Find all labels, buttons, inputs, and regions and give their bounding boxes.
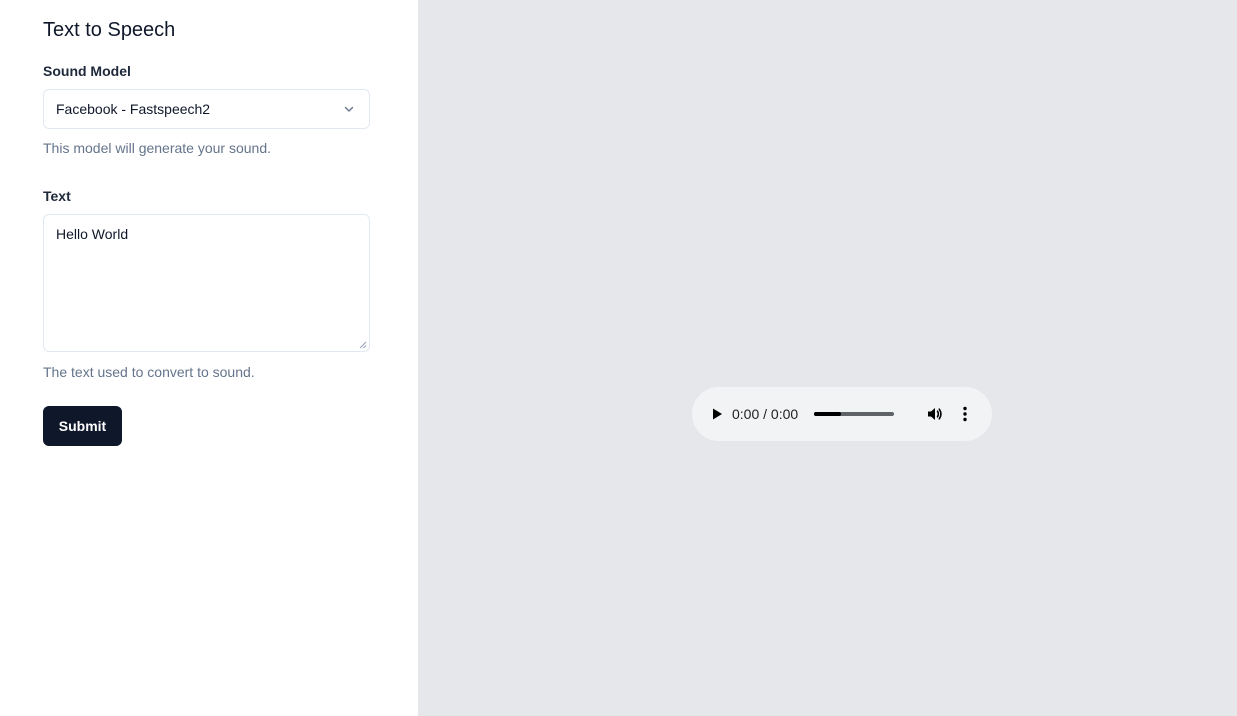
main-panel: 0:00 / 0:00 <box>418 0 1237 716</box>
seek-progress <box>814 412 841 416</box>
text-label: Text <box>43 188 71 204</box>
sound-model-field: Sound Model Facebook - Fastspeech2 This … <box>43 63 370 156</box>
text-input-value: Hello World <box>56 226 129 242</box>
app: Text to Speech Sound Model Facebook - Fa… <box>0 0 1237 716</box>
audio-player: 0:00 / 0:00 <box>692 387 992 441</box>
play-icon[interactable] <box>710 407 724 421</box>
volume-icon[interactable] <box>926 405 944 423</box>
submit-button[interactable]: Submit <box>43 406 122 446</box>
sound-model-value: Facebook - Fastspeech2 <box>56 101 211 117</box>
sound-model-label: Sound Model <box>43 63 131 79</box>
resize-handle-icon[interactable] <box>359 341 367 349</box>
sidebar: Text to Speech Sound Model Facebook - Fa… <box>0 0 418 716</box>
seek-slider[interactable] <box>814 412 895 416</box>
text-field: Text Hello World The text used to conver… <box>43 188 370 380</box>
text-input[interactable]: Hello World <box>43 214 370 352</box>
more-options-icon[interactable] <box>962 406 968 422</box>
chevron-down-icon <box>344 106 354 112</box>
sound-model-hint: This model will generate your sound. <box>43 140 272 156</box>
page-title: Text to Speech <box>43 19 176 41</box>
text-hint: The text used to convert to sound. <box>43 364 255 380</box>
time-readout: 0:00 / 0:00 <box>732 406 799 422</box>
sound-model-select[interactable]: Facebook - Fastspeech2 <box>43 89 370 129</box>
